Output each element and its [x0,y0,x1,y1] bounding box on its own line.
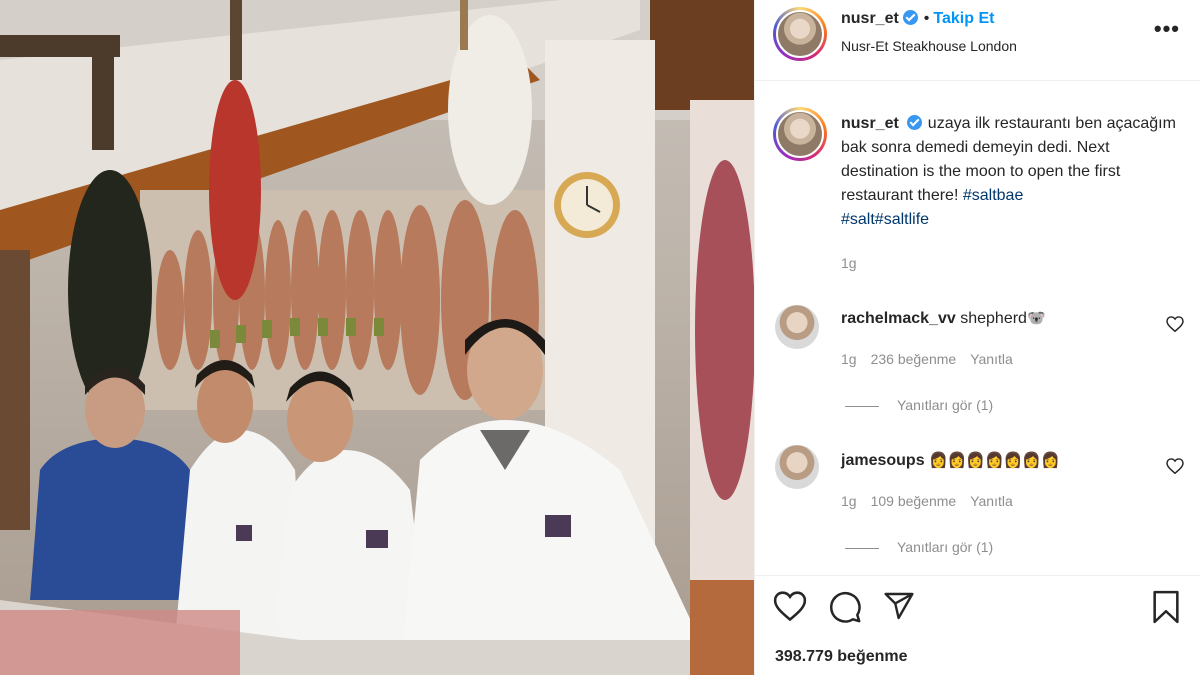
comment-time[interactable]: 1g [841,493,857,509]
comment-emoji: 🐨 [1026,309,1046,327]
caption-username[interactable]: nusr_et [841,115,899,132]
comment-likes[interactable]: 236 beğenme [871,351,957,367]
replies-line [845,547,879,549]
view-replies-button[interactable]: Yanıtları gör (1) [845,539,993,555]
separator-dot: • [923,10,930,27]
comment-meta: 1g 236 beğenme Yanıtla [841,351,1027,367]
comment-username[interactable]: jamesoups [841,452,925,469]
save-bookmark-icon[interactable] [1151,590,1181,629]
likes-count[interactable]: 398.779 beğenme [775,648,908,666]
reply-button[interactable]: Yanıtla [970,493,1013,509]
hashtag-link[interactable]: #salt [841,211,875,228]
comment-time[interactable]: 1g [841,351,857,367]
comment-meta: 1g 109 beğenme Yanıtla [841,493,1027,509]
reply-button[interactable]: Yanıtla [970,351,1013,367]
action-bar [773,590,1183,630]
comment-item: jamesoups 👩‍👩‍👩‍👩‍👩‍👩‍👩 [841,451,1060,470]
comment-item: rachelmack_vv shepherd🐨 [841,309,1046,328]
comment-avatar[interactable] [775,445,819,489]
post-side-panel: nusr_et • Takip Et Nusr-Et Steakhouse Lond… [754,0,1200,675]
post-photo[interactable] [0,0,754,675]
comment-like-heart-icon[interactable] [1166,458,1184,479]
more-options-icon[interactable]: ••• [1154,18,1180,40]
comment-likes[interactable]: 109 beğenme [871,493,957,509]
like-heart-icon[interactable] [773,590,807,627]
header-divider [755,80,1200,81]
actions-divider [755,575,1200,576]
verified-badge-icon [906,115,922,130]
hashtag-link[interactable]: #saltbae [963,187,1024,204]
butcher-shop-photo [0,0,754,675]
post-header: nusr_et • Takip Et [841,10,994,28]
replies-line [845,405,879,407]
comment-bubble-icon[interactable] [828,590,862,629]
caption-time[interactable]: 1g [841,255,857,271]
comment-like-heart-icon[interactable] [1166,316,1184,337]
view-replies-label: Yanıtları gör (1) [897,539,994,555]
comment-username[interactable]: rachelmack_vv [841,310,956,327]
comment-emoji: 👩‍👩‍👩‍👩‍👩‍👩‍👩 [929,451,1060,469]
author-avatar[interactable] [773,7,827,61]
post-caption: nusr_et uzaya ilk restaurantı ben açacağı… [841,112,1181,232]
comment-text: shepherd [960,310,1027,327]
view-replies-label: Yanıtları gör (1) [897,397,994,413]
author-username[interactable]: nusr_et [841,10,899,27]
view-replies-button[interactable]: Yanıtları gör (1) [845,397,993,413]
post-location[interactable]: Nusr-Et Steakhouse London [841,38,1017,54]
comment-avatar[interactable] [775,305,819,349]
share-send-icon[interactable] [883,590,915,627]
verified-badge-icon [902,10,918,25]
caption-avatar[interactable] [773,107,827,161]
follow-button[interactable]: Takip Et [933,10,994,27]
hashtag-link[interactable]: #saltlife [875,211,929,228]
